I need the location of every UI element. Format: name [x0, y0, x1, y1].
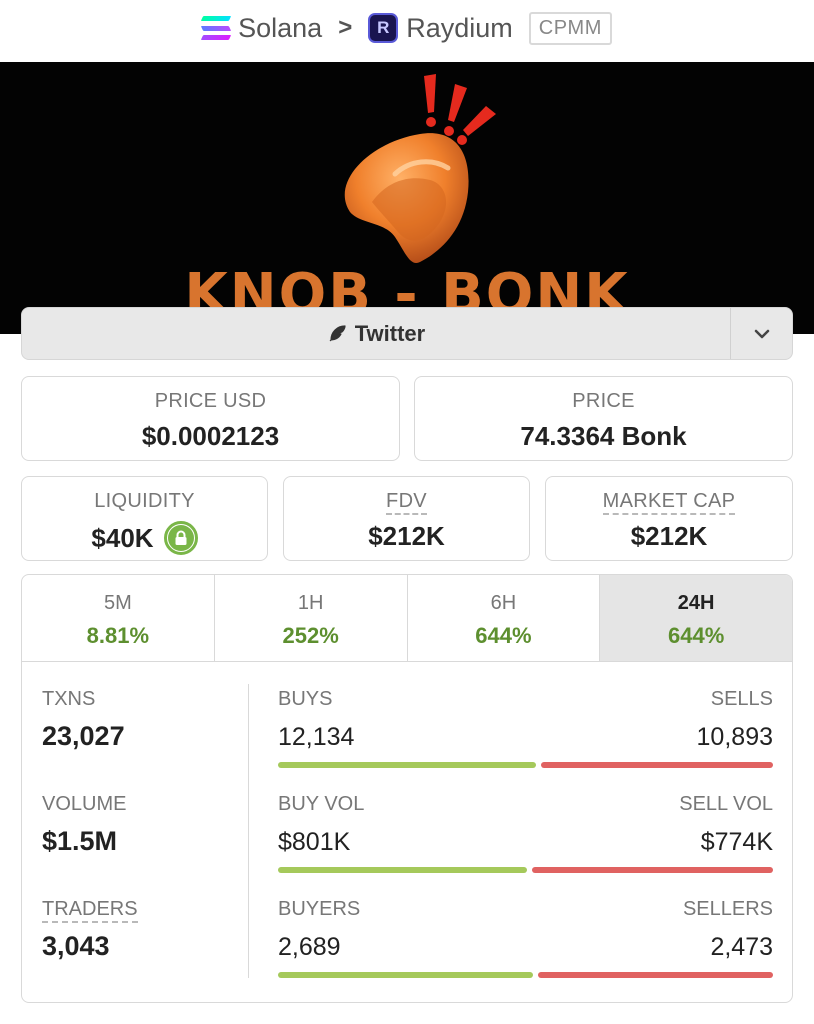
liquidity-value: $40K [91, 522, 154, 553]
liquidity-label: LIQUIDITY [94, 490, 195, 512]
divider [248, 684, 249, 978]
sell-bar [538, 972, 773, 978]
buyers-value: 2,689 [278, 933, 341, 961]
buy-bar [278, 762, 536, 768]
chain-label: Solana [238, 12, 323, 43]
tab-label: 1H [297, 592, 324, 614]
tab-change: 8.81% [86, 623, 150, 648]
price-usd-value: $0.0002123 [141, 421, 280, 451]
buys-label: BUYS [278, 688, 333, 710]
traders-label[interactable]: TRADERS [42, 898, 138, 923]
buys-sells-bar [278, 762, 773, 768]
sells-label: SELLS [710, 688, 773, 710]
txns-label: TXNS [42, 688, 96, 710]
knob-mascot-icon [344, 133, 469, 263]
pool-type-badge: CPMM [528, 11, 612, 45]
buyers-sellers-split: BUYERS SELLERS 2,689 2,473 [278, 898, 773, 978]
market-cap-value: $212K [630, 521, 708, 551]
buyers-label: BUYERS [278, 898, 361, 920]
volume-label: VOLUME [42, 793, 127, 815]
buy-vol-value: $801K [278, 828, 351, 856]
sell-vol-value: $774K [700, 828, 773, 856]
tab-5m[interactable]: 5M 8.81% [22, 575, 215, 661]
tab-label: 5M [103, 592, 132, 614]
sell-vol-label: SELL VOL [679, 793, 773, 815]
sellers-value: 2,473 [710, 933, 773, 961]
volume-value: $1.5M [42, 826, 118, 856]
buys-value: 12,134 [278, 723, 355, 751]
breadcrumb-dex[interactable]: R Raydium [368, 13, 513, 44]
tab-label: 6H [490, 592, 517, 614]
buy-vol-label: BUY VOL [278, 793, 365, 815]
traders-value: 3,043 [42, 931, 110, 961]
buy-bar [278, 972, 533, 978]
buy-sell-volume-split: BUY VOL SELL VOL $801K $774K [278, 793, 773, 873]
twitter-label: Twitter [354, 320, 426, 346]
price-usd-label: PRICE USD [154, 390, 267, 412]
raydium-icon: R [368, 13, 399, 43]
market-cap-label[interactable]: MARKET CAP [602, 490, 736, 515]
sell-bar [532, 867, 773, 873]
chevron-right-icon: > [338, 14, 353, 41]
sellers-label: SELLERS [682, 898, 773, 920]
volume-bar [278, 867, 773, 873]
traders-bar [278, 972, 773, 978]
dex-label: Raydium [406, 12, 513, 43]
lock-icon[interactable] [163, 521, 198, 555]
tab-label: 24H [677, 592, 715, 614]
trade-stats: TXNS 23,027 BUYS SELLS 12,134 10,893 VOL… [22, 662, 792, 1002]
price-native-label: PRICE [572, 390, 635, 412]
tab-change: 644% [667, 623, 725, 648]
timeframe-stats-panel: 5M 8.81% 1H 252% 6H 644% 24H 644% TXNS 2… [21, 574, 793, 1003]
price-usd-card: PRICE USD $0.0002123 [21, 376, 400, 461]
social-dropdown-toggle[interactable] [730, 308, 792, 359]
fdv-label[interactable]: FDV [386, 490, 427, 515]
sell-bar [541, 762, 773, 768]
tab-6h[interactable]: 6H 644% [408, 575, 601, 661]
feather-icon [329, 324, 346, 341]
price-native-card: PRICE 74.3364 Bonk [414, 376, 793, 461]
price-native-value: 74.3364 Bonk [520, 421, 687, 451]
tab-change: 644% [475, 623, 532, 648]
twitter-button[interactable]: Twitter [22, 308, 730, 359]
social-links-bar: Twitter [21, 307, 793, 360]
sells-value: 10,893 [696, 723, 773, 751]
fdv-value: $212K [368, 521, 445, 551]
token-banner: KNOB - BONK [0, 62, 814, 334]
fdv-card: FDV $212K [283, 476, 530, 561]
txns-stat: TXNS 23,027 [42, 688, 125, 752]
tab-1h[interactable]: 1H 252% [215, 575, 408, 661]
tab-change: 252% [282, 623, 339, 648]
volume-stat: VOLUME $1.5M [42, 793, 126, 857]
tab-24h[interactable]: 24H 644% [600, 575, 792, 661]
breadcrumb: Solana > R Raydium CPMM [0, 0, 814, 56]
liquidity-card: LIQUIDITY $40K [21, 476, 268, 561]
breadcrumb-chain[interactable]: Solana [200, 12, 323, 44]
buys-sells-split: BUYS SELLS 12,134 10,893 [278, 688, 773, 768]
buy-bar [278, 867, 527, 873]
chevron-down-icon [754, 329, 769, 338]
timeframe-tabs: 5M 8.81% 1H 252% 6H 644% 24H 644% [22, 575, 792, 662]
txns-value: 23,027 [42, 721, 125, 751]
market-cap-card: MARKET CAP $212K [545, 476, 793, 561]
traders-stat: TRADERS 3,043 [42, 898, 138, 962]
solana-icon [200, 16, 232, 40]
